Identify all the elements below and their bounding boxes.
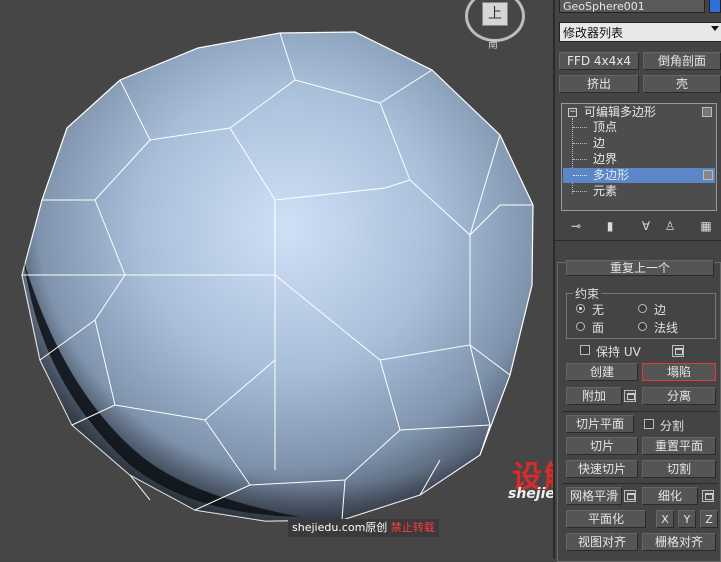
grid-align-button[interactable]: 栅格对齐 [642,533,716,551]
show-end-result-icon[interactable]: ▮ [601,218,619,234]
stack-item-label: 顶点 [593,120,618,134]
collapse-icon[interactable]: − [568,108,577,117]
credit-banner: shejiedu.com原创 禁止转载 [288,519,439,537]
detach-button[interactable]: 分离 [642,387,716,405]
stack-root-label: 可编辑多边形 [584,105,657,119]
watermark-url: shejiedu.com [508,486,553,502]
stack-item-label: 元素 [593,184,618,198]
viewcube[interactable]: 上 南 [462,0,528,51]
chevron-down-icon [711,26,719,31]
extrude-button[interactable]: 挤出 [559,75,639,93]
slice-button[interactable]: 切片 [566,437,638,455]
panel-divider [562,411,718,412]
bevel-profile-button[interactable]: 倒角剖面 [643,52,721,70]
panel-divider [562,483,718,484]
reset-plane-button[interactable]: 重置平面 [642,437,716,455]
cut-button[interactable]: 切割 [642,460,716,478]
planar-z-button[interactable]: Z [700,510,718,528]
constraints-group: 约束 [566,285,716,339]
stack-item-editable-poly[interactable]: − 可编辑多边形 [566,105,714,120]
constraint-normal-radio[interactable] [638,322,647,331]
object-color-swatch[interactable] [709,0,721,13]
stack-item-label: 边 [593,136,606,150]
meshsmooth-button[interactable]: 网格平滑 [566,487,622,505]
edit-geometry-rollout: 重复上一个 约束 无 边 面 法线 保持 UV 创建 塌陷 附加 分离 切片平面… [557,260,721,562]
constraint-face-radio[interactable] [576,322,585,331]
stack-item-element[interactable]: 元素 [563,184,715,199]
tessellate-button[interactable]: 细化 [642,487,698,505]
panel-divider [555,240,721,241]
constraint-face-label: 面 [592,321,605,335]
geosphere-render [21,31,534,522]
attach-button[interactable]: 附加 [566,387,622,405]
ffd-button[interactable]: FFD 4x4x4 [559,52,639,70]
stack-item-label: 边界 [593,152,618,166]
stack-toggle-icon[interactable] [702,107,712,117]
command-panel: GeoSphere001 修改器列表 FFD 4x4x4 倒角剖面 挤出 壳 −… [553,0,721,562]
constraint-none-radio[interactable] [576,304,585,313]
constraints-title: 约束 [573,285,602,302]
create-button[interactable]: 创建 [566,363,638,381]
stack-toggle-icon[interactable] [703,170,713,180]
stack-item-polygon[interactable]: 多边形 [563,168,715,183]
stack-item-vertex[interactable]: 顶点 [563,120,715,135]
pin-stack-icon[interactable]: ⊸ [567,218,585,234]
planar-y-button[interactable]: Y [678,510,696,528]
repeat-last-button[interactable]: 重复上一个 [566,260,714,276]
stack-item-label: 多边形 [593,168,630,182]
stack-item-border[interactable]: 边界 [563,152,715,167]
split-label: 分割 [660,419,685,433]
object-name-field[interactable]: GeoSphere001 [559,0,705,13]
modifier-list-label: 修改器列表 [563,26,624,40]
modifier-list-dropdown[interactable]: 修改器列表 [559,22,721,42]
attach-list-icon[interactable] [624,390,636,402]
make-unique-icon[interactable]: ∀ [637,218,655,234]
slice-plane-button[interactable]: 切片平面 [566,415,634,433]
viewcube-top-face[interactable]: 上 [482,2,508,26]
constraint-edge-label: 边 [654,303,667,317]
meshsmooth-settings-icon[interactable] [624,490,636,502]
tessellate-settings-icon[interactable] [702,490,714,502]
view-align-button[interactable]: 视图对齐 [566,533,638,551]
preserve-uv-settings-icon[interactable] [672,345,684,357]
preserve-uv-checkbox[interactable] [580,345,590,355]
modifier-stack: − 可编辑多边形 顶点 边 边界 多边形 元素 [561,103,717,211]
remove-modifier-icon[interactable]: ♙ [661,218,679,234]
credit-text: shejiedu.com原创 [292,521,388,534]
preserve-uv-label: 保持 UV [596,345,641,359]
viewcube-compass-label: 南 [488,40,498,51]
configure-modifier-sets-icon[interactable]: ▦ [697,218,715,234]
split-checkbox[interactable] [644,419,654,429]
make-planar-button[interactable]: 平面化 [566,510,646,528]
perspective-viewport[interactable]: 上 南 设解读 shejiedu.com shejiedu.com原创 禁止转载 [0,0,553,559]
collapse-button[interactable]: 塌陷 [642,363,716,381]
constraint-normal-label: 法线 [654,321,679,335]
credit-warning: 禁止转载 [390,521,435,534]
constraint-edge-radio[interactable] [638,304,647,313]
planar-x-button[interactable]: X [656,510,674,528]
shell-button[interactable]: 壳 [643,75,721,93]
constraint-none-label: 无 [592,303,605,317]
quickslice-button[interactable]: 快速切片 [566,460,638,478]
stack-item-edge[interactable]: 边 [563,136,715,151]
